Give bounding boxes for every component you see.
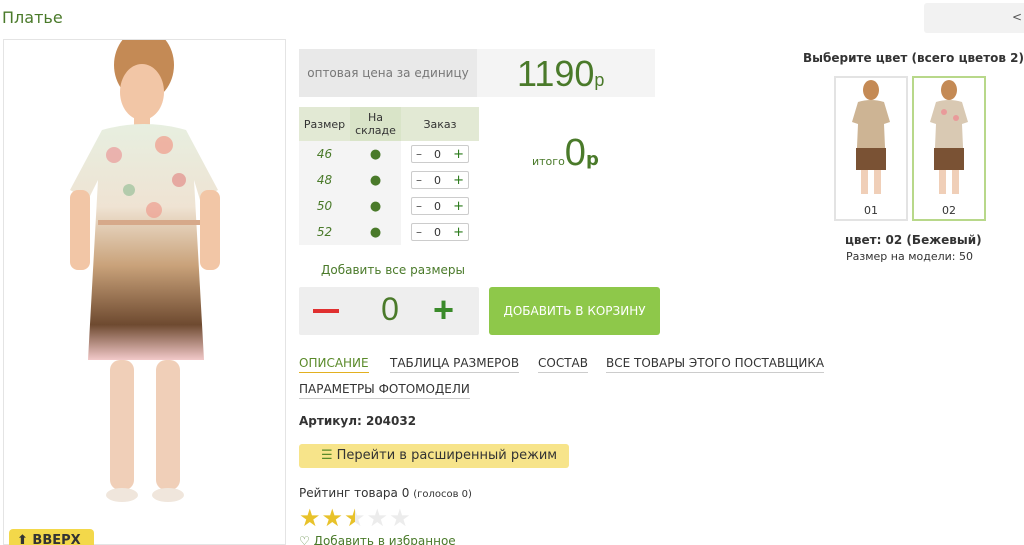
quantity-value: 0 [434,199,442,213]
plus-button[interactable]: + [453,147,464,162]
star-icon[interactable]: ★ [367,506,389,530]
order-total: итого0р [532,132,599,175]
minus-button[interactable]: – [416,147,422,161]
minus-icon[interactable] [313,309,339,313]
tab-supplier-products[interactable]: ВСЕ ТОВАРЫ ЭТОГО ПОСТАВЩИКА [606,356,825,373]
in-stock-dot-icon: ● [350,167,401,193]
product-title: Платье [2,8,63,27]
minus-button[interactable]: – [416,199,422,213]
quantity-value: 0 [434,147,442,161]
total-value: 0 [564,132,586,174]
table-row: 52 ● –0 + [299,219,479,245]
extended-mode-label: Перейти в расширенный режим [336,448,558,463]
star-icon[interactable]: ★ [389,506,411,530]
size-header: Размер [299,107,350,141]
rating-stars[interactable]: ★ ★ ★ ★ ★ [299,506,411,530]
size-cell: 46 [299,141,350,167]
add-to-cart-button[interactable]: ДОБАВИТЬ В КОРЗИНУ [489,287,660,335]
tab-description[interactable]: ОПИСАНИЕ [299,356,369,373]
quantity-value[interactable]: 0 [379,291,401,328]
dress-model-illustration [70,40,220,502]
quantity-stepper[interactable]: –0 + [411,171,469,189]
quantity-stepper-large[interactable]: 0 + [299,287,479,335]
minus-button[interactable]: – [416,225,422,239]
in-stock-dot-icon: ● [350,141,401,167]
plus-button[interactable]: + [453,199,464,214]
table-row: 48 ● –0 + [299,167,479,193]
plus-icon[interactable]: + [433,289,454,331]
table-row: 50 ● –0 + [299,193,479,219]
model-size: Размер на модели: 50 [846,250,973,263]
star-icon[interactable]: ★ [344,506,366,530]
selected-color: цвет: 02 (Бежевый) [845,233,982,247]
extended-mode-button[interactable]: ☰ Перейти в расширенный режим [299,444,569,468]
list-icon: ☰ [321,448,333,463]
plus-button[interactable]: + [453,173,464,188]
size-cell: 52 [299,219,350,245]
tab-model-parameters[interactable]: ПАРАМЕТРЫ ФОТОМОДЕЛИ [299,382,470,399]
price-value: 1190р [517,53,605,94]
star-icon[interactable]: ★ [299,506,321,530]
size-cell: 48 [299,167,350,193]
product-photo[interactable] [3,39,286,545]
heart-icon: ♡ [299,534,310,545]
article-number: Артикул: 204032 [299,414,417,428]
color-swatch-01[interactable]: 01 [834,76,908,221]
total-currency: р [585,149,599,170]
color-thumbnail [930,80,968,194]
quantity-stepper[interactable]: –0 + [411,197,469,215]
minus-button[interactable]: – [416,173,422,187]
price-panel: оптовая цена за единицу 1190р [299,49,655,97]
color-picker-title: Выберите цвет (всего цветов 2) [803,51,1024,65]
swatch-label: 02 [942,204,956,217]
table-row: 46 ● –0 + [299,141,479,167]
tab-composition[interactable]: СОСТАВ [538,356,588,373]
quantity-stepper[interactable]: –0 + [411,145,469,163]
in-stock-dot-icon: ● [350,193,401,219]
swatch-label: 01 [864,204,878,217]
chevron-left-icon: < [1011,10,1022,24]
prev-product-button[interactable]: < [924,3,1024,33]
quantity-value: 0 [434,225,442,239]
tab-size-chart[interactable]: ТАБЛИЦА РАЗМЕРОВ [390,356,520,373]
size-table: Размер На складе Заказ 46 ● –0 + 48 ● –0 +… [299,107,479,245]
rating-text: Рейтинг товара 0 (голосов 0) [299,486,472,500]
price-label: оптовая цена за единицу [299,49,477,97]
color-swatch-02[interactable]: 02 [912,76,986,221]
stock-header: На складе [350,107,401,141]
total-label: итого [532,155,565,168]
add-to-favorites-link[interactable]: ♡ Добавить в избранное [299,534,456,545]
add-all-sizes-link[interactable]: Добавить все размеры [321,263,465,277]
in-stock-dot-icon: ● [350,219,401,245]
plus-button[interactable]: + [453,225,464,240]
color-thumbnail [852,80,890,194]
quantity-value: 0 [434,173,442,187]
size-cell: 50 [299,193,350,219]
quantity-stepper[interactable]: –0 + [411,223,469,241]
scroll-up-button[interactable]: ⬆ ВВЕРХ [9,529,94,545]
order-header: Заказ [401,107,479,141]
star-icon[interactable]: ★ [322,506,344,530]
